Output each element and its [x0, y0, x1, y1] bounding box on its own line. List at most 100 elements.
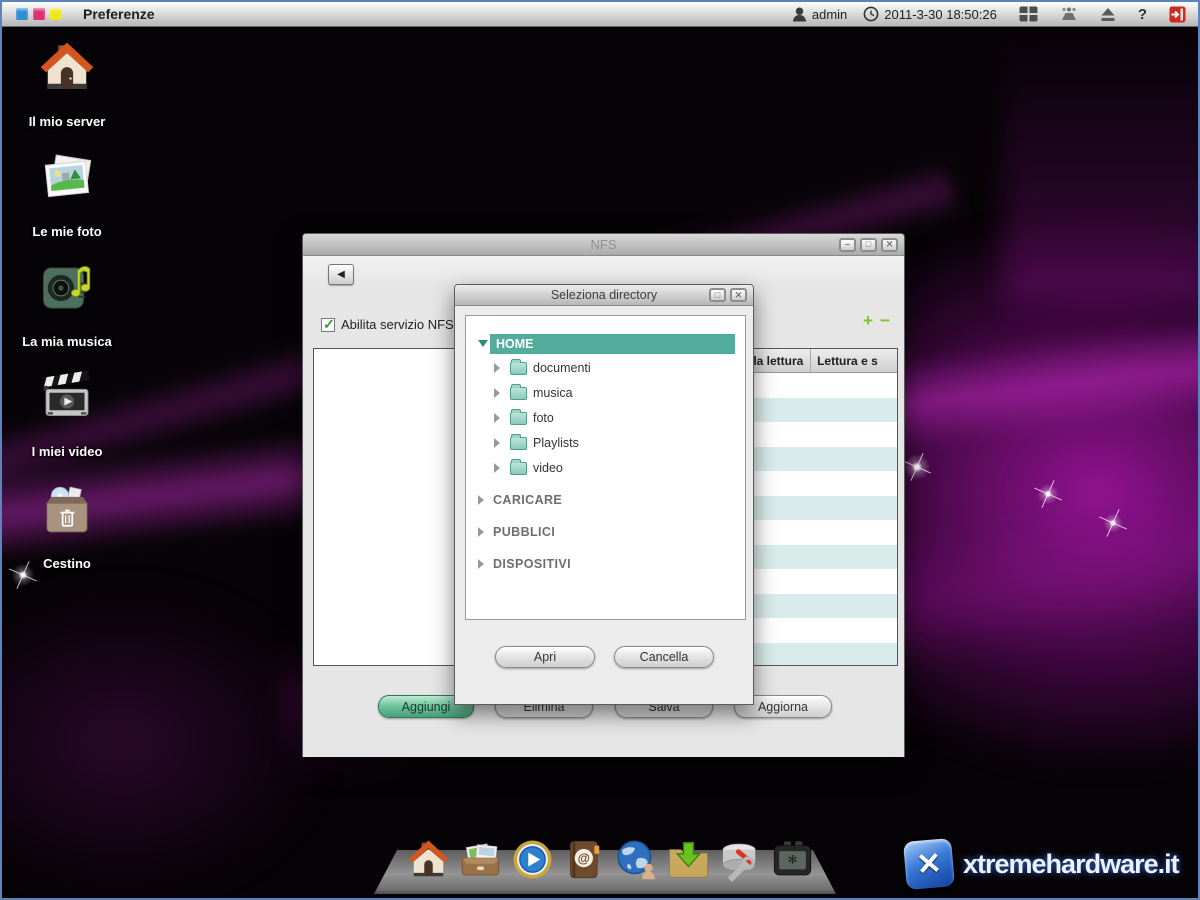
desktop-item-trash[interactable]: Cestino	[17, 482, 117, 571]
help-button[interactable]: ?	[1138, 6, 1147, 23]
table-row	[752, 618, 897, 643]
remove-share-icon[interactable]: −	[880, 312, 890, 329]
desktop-item-my-music[interactable]: La mia musica	[17, 260, 117, 349]
table-row	[752, 643, 897, 667]
user-icon	[792, 6, 807, 22]
svg-text:@: @	[578, 851, 590, 865]
table-row	[752, 447, 897, 472]
folder-icon	[510, 437, 527, 450]
chevron-down-icon[interactable]	[478, 340, 488, 347]
table-row	[752, 422, 897, 447]
desktop-item-label: I miei video	[17, 444, 117, 459]
desktop-item-my-server[interactable]: Il mio server	[17, 40, 117, 129]
tree-item-documenti[interactable]: documenti	[494, 356, 591, 380]
brand-square-yellow	[50, 8, 62, 20]
chevron-right-icon[interactable]	[494, 363, 500, 373]
chevron-right-icon[interactable]	[478, 527, 484, 537]
selected-row-highlight[interactable]: HOME	[490, 334, 735, 354]
minimize-icon[interactable]: –	[839, 238, 856, 252]
dock-disk-utility-icon[interactable]	[718, 837, 763, 882]
trash-icon	[39, 482, 95, 538]
brand-square-magenta	[33, 8, 45, 20]
chevron-right-icon[interactable]	[494, 438, 500, 448]
tree-item-dispositivi[interactable]: DISPOSITIVI	[478, 551, 571, 577]
open-button[interactable]: Apri	[495, 646, 595, 668]
tree-item-home[interactable]: HOME	[466, 334, 745, 354]
maximize-icon[interactable]: □	[860, 238, 877, 252]
back-button[interactable]: ◀	[328, 264, 354, 285]
home-icon	[39, 40, 95, 96]
dialog-titlebar[interactable]: Seleziona directory □ ✕	[455, 285, 753, 306]
chevron-right-icon[interactable]	[478, 495, 484, 505]
nfs-enable-checkbox[interactable]: ✓	[321, 318, 335, 332]
dock-contacts-icon[interactable]: @	[562, 837, 607, 882]
desktop-item-label: Cestino	[17, 556, 117, 571]
table-row	[752, 398, 897, 423]
dock-media-player-icon[interactable]	[510, 837, 555, 882]
column-header-read-write[interactable]: Lettura e s	[811, 349, 897, 372]
tree-item-video[interactable]: video	[494, 456, 563, 480]
chevron-right-icon[interactable]	[494, 413, 500, 423]
desktop-item-label: La mia musica	[17, 334, 117, 349]
chevron-right-icon[interactable]	[494, 388, 500, 398]
chevron-right-icon[interactable]	[494, 463, 500, 473]
nfs-window-titlebar[interactable]: NFS – □ ✕	[303, 234, 904, 256]
cancel-button[interactable]: Cancella	[614, 646, 714, 668]
dock-web-share-icon[interactable]	[614, 837, 659, 882]
xtremehardware-logo-icon: ✕	[903, 838, 955, 890]
tree-item-caricare[interactable]: CARICARE	[478, 487, 562, 513]
tree-item-pubblici[interactable]: PUBBLICI	[478, 519, 555, 545]
table-row	[752, 594, 897, 619]
watermark: ✕ xtremehardware.it	[905, 840, 1179, 888]
table-row	[752, 373, 897, 398]
tree-item-playlists[interactable]: Playlists	[494, 431, 579, 455]
user-menu[interactable]: admin	[792, 6, 847, 22]
column-header-read-only[interactable]: ola lettura	[752, 349, 811, 372]
desktop-item-label: Le mie foto	[17, 224, 117, 239]
desktop-item-my-videos[interactable]: I miei video	[17, 370, 117, 459]
desktop-item-my-photos[interactable]: Le mie foto	[17, 150, 117, 239]
tree-item-label: CARICARE	[493, 493, 562, 507]
tree-item-label: foto	[533, 411, 554, 425]
directory-tree[interactable]: HOME documenti musica foto Play	[465, 315, 746, 620]
dock-download-icon[interactable]	[666, 837, 711, 882]
video-icon	[39, 370, 95, 426]
chevron-right-icon[interactable]	[478, 559, 484, 569]
logout-icon[interactable]	[1169, 6, 1186, 23]
tree-item-musica[interactable]: musica	[494, 381, 573, 405]
page-title: Preferenze	[83, 6, 155, 22]
tree-item-label: video	[533, 461, 563, 475]
dock-photo-box-icon[interactable]	[458, 837, 503, 882]
desktop-item-label: Il mio server	[17, 114, 117, 129]
maximize-icon[interactable]: □	[709, 288, 726, 302]
dock-home-icon[interactable]	[406, 837, 451, 882]
tree-item-label: Playlists	[533, 436, 579, 450]
datetime-text: 2011-3-30 18:50:26	[884, 7, 997, 22]
close-icon[interactable]: ✕	[881, 238, 898, 252]
folder-icon	[510, 387, 527, 400]
brand-square-blue	[16, 8, 28, 20]
checkmark-icon: ✓	[323, 316, 335, 333]
dock-toolbox-icon[interactable]: ✻	[770, 837, 815, 882]
folder-icon	[510, 412, 527, 425]
table-row	[752, 496, 897, 521]
tree-item-label: PUBBLICI	[493, 525, 555, 539]
arrow-left-icon: ◀	[337, 269, 345, 280]
tree-item-foto[interactable]: foto	[494, 406, 554, 430]
folder-icon	[510, 462, 527, 475]
window-title: NFS	[303, 237, 904, 252]
eject-icon[interactable]	[1100, 7, 1116, 22]
network-icon[interactable]	[1060, 7, 1078, 22]
table-header-row: ola lettura Lettura e s	[752, 349, 897, 373]
permission-table[interactable]: ola lettura Lettura e s	[751, 348, 898, 666]
table-row	[752, 471, 897, 496]
close-icon[interactable]: ✕	[730, 288, 747, 302]
watermark-text: xtremehardware.it	[963, 849, 1179, 880]
select-directory-dialog: Seleziona directory □ ✕ HOME documenti m…	[454, 284, 754, 705]
add-share-icon[interactable]: +	[863, 312, 873, 329]
table-row	[752, 520, 897, 545]
clock-icon	[863, 6, 879, 22]
window-grid-icon[interactable]	[1019, 6, 1038, 22]
svg-text:✻: ✻	[788, 855, 797, 867]
photos-icon	[39, 150, 95, 206]
